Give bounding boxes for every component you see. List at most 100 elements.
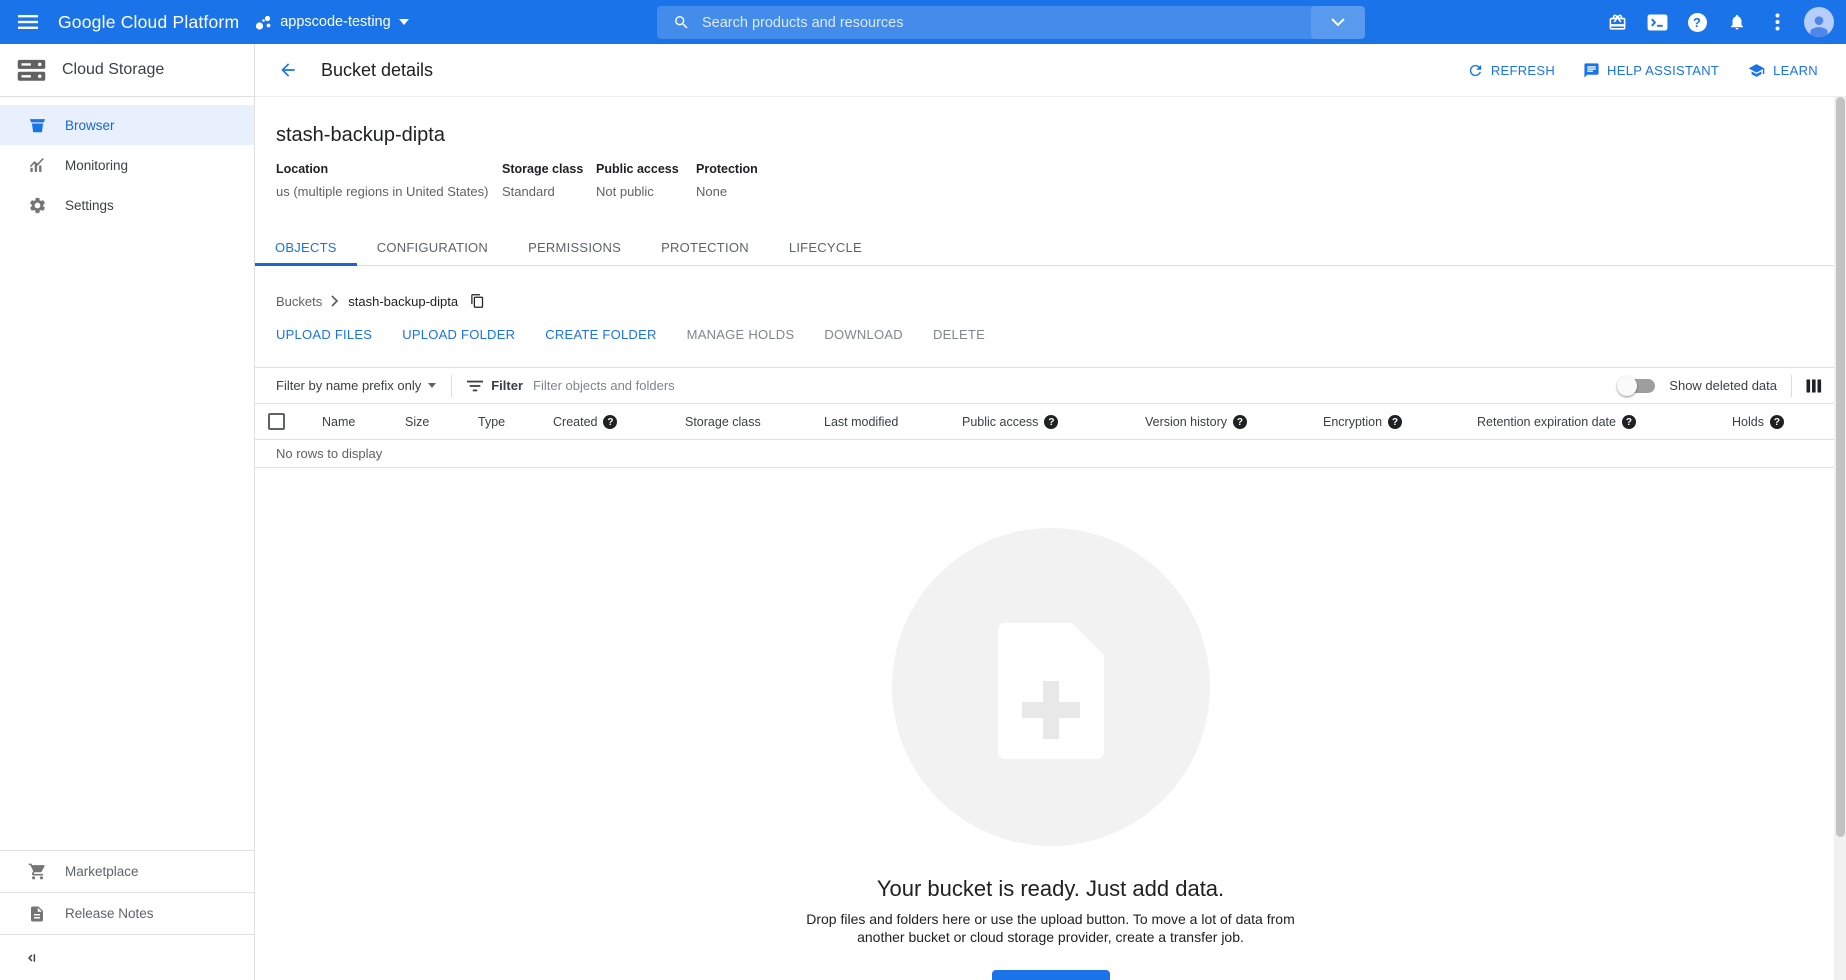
more-options-button[interactable] — [1760, 5, 1794, 39]
global-search-bar — [657, 6, 1365, 39]
bucket-tabs: OBJECTS CONFIGURATION PERMISSIONS PROTEC… — [255, 230, 1846, 266]
field-location: Location us (multiple regions in United … — [276, 162, 502, 199]
field-value: us (multiple regions in United States) — [276, 184, 502, 199]
select-all-checkbox[interactable] — [268, 413, 285, 430]
gift-icon — [1608, 13, 1627, 32]
back-button[interactable] — [275, 57, 301, 83]
caret-down-icon — [428, 383, 436, 388]
tab-configuration[interactable]: CONFIGURATION — [357, 230, 508, 265]
learn-label: LEARN — [1773, 63, 1818, 78]
upload-files-button[interactable]: UPLOAD FILES — [268, 321, 380, 348]
tab-protection[interactable]: PROTECTION — [641, 230, 769, 265]
help-icon[interactable]: ? — [1233, 415, 1247, 429]
help-icon[interactable]: ? — [1770, 415, 1784, 429]
field-value: None — [696, 184, 758, 199]
sidebar-item-label: Monitoring — [65, 158, 128, 173]
breadcrumb-buckets-link[interactable]: Buckets — [276, 294, 322, 309]
divider — [451, 375, 452, 397]
topbar-actions: ? — [1600, 0, 1834, 44]
search-input[interactable] — [702, 15, 1301, 31]
download-button[interactable]: DOWNLOAD — [816, 321, 911, 348]
chevron-down-icon — [1331, 18, 1345, 27]
gcp-logo[interactable]: Google Cloud Platform — [58, 12, 239, 33]
page-header: Bucket details REFRESH HELP ASSISTANT LE… — [255, 44, 1846, 97]
collapse-sidebar-button[interactable] — [0, 934, 254, 980]
copy-icon — [470, 293, 485, 309]
divider — [1791, 375, 1792, 397]
field-storage-class: Storage class Standard — [502, 162, 596, 199]
column-header-public-access: Public access? — [962, 404, 1058, 440]
column-header-holds: Holds? — [1732, 404, 1784, 440]
graduation-cap-icon — [1747, 62, 1766, 79]
learn-button[interactable]: LEARN — [1747, 62, 1818, 79]
refresh-button[interactable]: REFRESH — [1467, 62, 1555, 79]
column-header-version-history: Version history? — [1145, 404, 1247, 440]
search-options-button[interactable] — [1311, 6, 1365, 39]
empty-state-description-line1: Drop files and folders here or use the u… — [255, 911, 1846, 929]
help-icon[interactable]: ? — [603, 415, 617, 429]
help-icon[interactable]: ? — [1622, 415, 1636, 429]
hamburger-icon — [18, 15, 38, 29]
project-name: appscode-testing — [280, 14, 390, 30]
column-header-storage-class: Storage class — [685, 404, 761, 440]
sidebar: Cloud Storage Browser Monitoring Setting… — [0, 44, 255, 980]
project-icon — [255, 14, 272, 31]
chevron-right-icon — [331, 295, 339, 307]
breadcrumb-current: stash-backup-dipta — [348, 294, 458, 309]
refresh-label: REFRESH — [1491, 63, 1555, 78]
tab-permissions[interactable]: PERMISSIONS — [508, 230, 641, 265]
sidebar-item-label: Settings — [65, 198, 114, 213]
tab-objects[interactable]: OBJECTS — [255, 230, 357, 265]
filter-scope-dropdown[interactable]: Filter by name prefix only — [276, 378, 436, 393]
empty-state-description-line2: another bucket or cloud storage provider… — [255, 929, 1846, 947]
scrollbar-thumb[interactable] — [1836, 97, 1845, 837]
empty-state-illustration — [892, 528, 1210, 846]
person-icon — [1806, 13, 1832, 37]
field-public-access: Public access Not public — [596, 162, 696, 199]
help-icon: ? — [1688, 13, 1707, 32]
help-button[interactable]: ? — [1680, 5, 1714, 39]
chevron-down-icon — [399, 19, 409, 25]
free-trial-gift-button[interactable] — [1600, 5, 1634, 39]
chat-icon — [1583, 62, 1600, 79]
top-app-bar: Google Cloud Platform appscode-testing — [0, 0, 1846, 44]
sidebar-item-settings[interactable]: Settings — [0, 185, 254, 225]
main-content: Bucket details REFRESH HELP ASSISTANT LE… — [255, 44, 1846, 980]
field-value: Standard — [502, 184, 596, 199]
help-assistant-button[interactable]: HELP ASSISTANT — [1583, 62, 1719, 79]
filter-list-icon — [467, 380, 483, 392]
sidebar-item-monitoring[interactable]: Monitoring — [0, 145, 254, 185]
project-selector[interactable]: appscode-testing — [255, 14, 408, 31]
empty-state-upload-button[interactable] — [992, 970, 1110, 980]
cloud-shell-button[interactable] — [1640, 5, 1674, 39]
notifications-button[interactable] — [1720, 5, 1754, 39]
show-deleted-toggle[interactable] — [1619, 379, 1655, 393]
document-icon — [25, 905, 49, 923]
empty-state-description: Drop files and folders here or use the u… — [255, 911, 1846, 946]
hamburger-menu-button[interactable] — [8, 2, 48, 42]
manage-holds-button[interactable]: MANAGE HOLDS — [679, 321, 803, 348]
column-display-options-button[interactable] — [1806, 378, 1822, 394]
sidebar-item-browser[interactable]: Browser — [0, 105, 254, 145]
field-protection: Protection None — [696, 162, 758, 199]
delete-button[interactable]: DELETE — [925, 321, 993, 348]
column-header-name: Name — [322, 404, 355, 440]
filter-scope-label: Filter by name prefix only — [276, 378, 421, 393]
refresh-icon — [1467, 62, 1484, 79]
account-avatar[interactable] — [1804, 7, 1834, 37]
upload-folder-button[interactable]: UPLOAD FOLDER — [394, 321, 523, 348]
help-icon[interactable]: ? — [1388, 415, 1402, 429]
sidebar-item-marketplace[interactable]: Marketplace — [0, 850, 254, 892]
page-header-actions: REFRESH HELP ASSISTANT LEARN — [1467, 62, 1818, 79]
field-value: Not public — [596, 184, 696, 199]
help-icon[interactable]: ? — [1044, 415, 1058, 429]
column-header-size: Size — [405, 404, 429, 440]
search-icon — [673, 14, 690, 31]
objects-toolbar: UPLOAD FILES UPLOAD FOLDER CREATE FOLDER… — [268, 321, 1846, 348]
sidebar-item-release-notes[interactable]: Release Notes — [0, 892, 254, 934]
tab-lifecycle[interactable]: LIFECYCLE — [769, 230, 882, 265]
filter-objects-input[interactable] — [533, 378, 1619, 393]
create-folder-button[interactable]: CREATE FOLDER — [537, 321, 664, 348]
add-file-icon — [998, 623, 1104, 759]
copy-bucket-name-button[interactable] — [470, 293, 485, 309]
